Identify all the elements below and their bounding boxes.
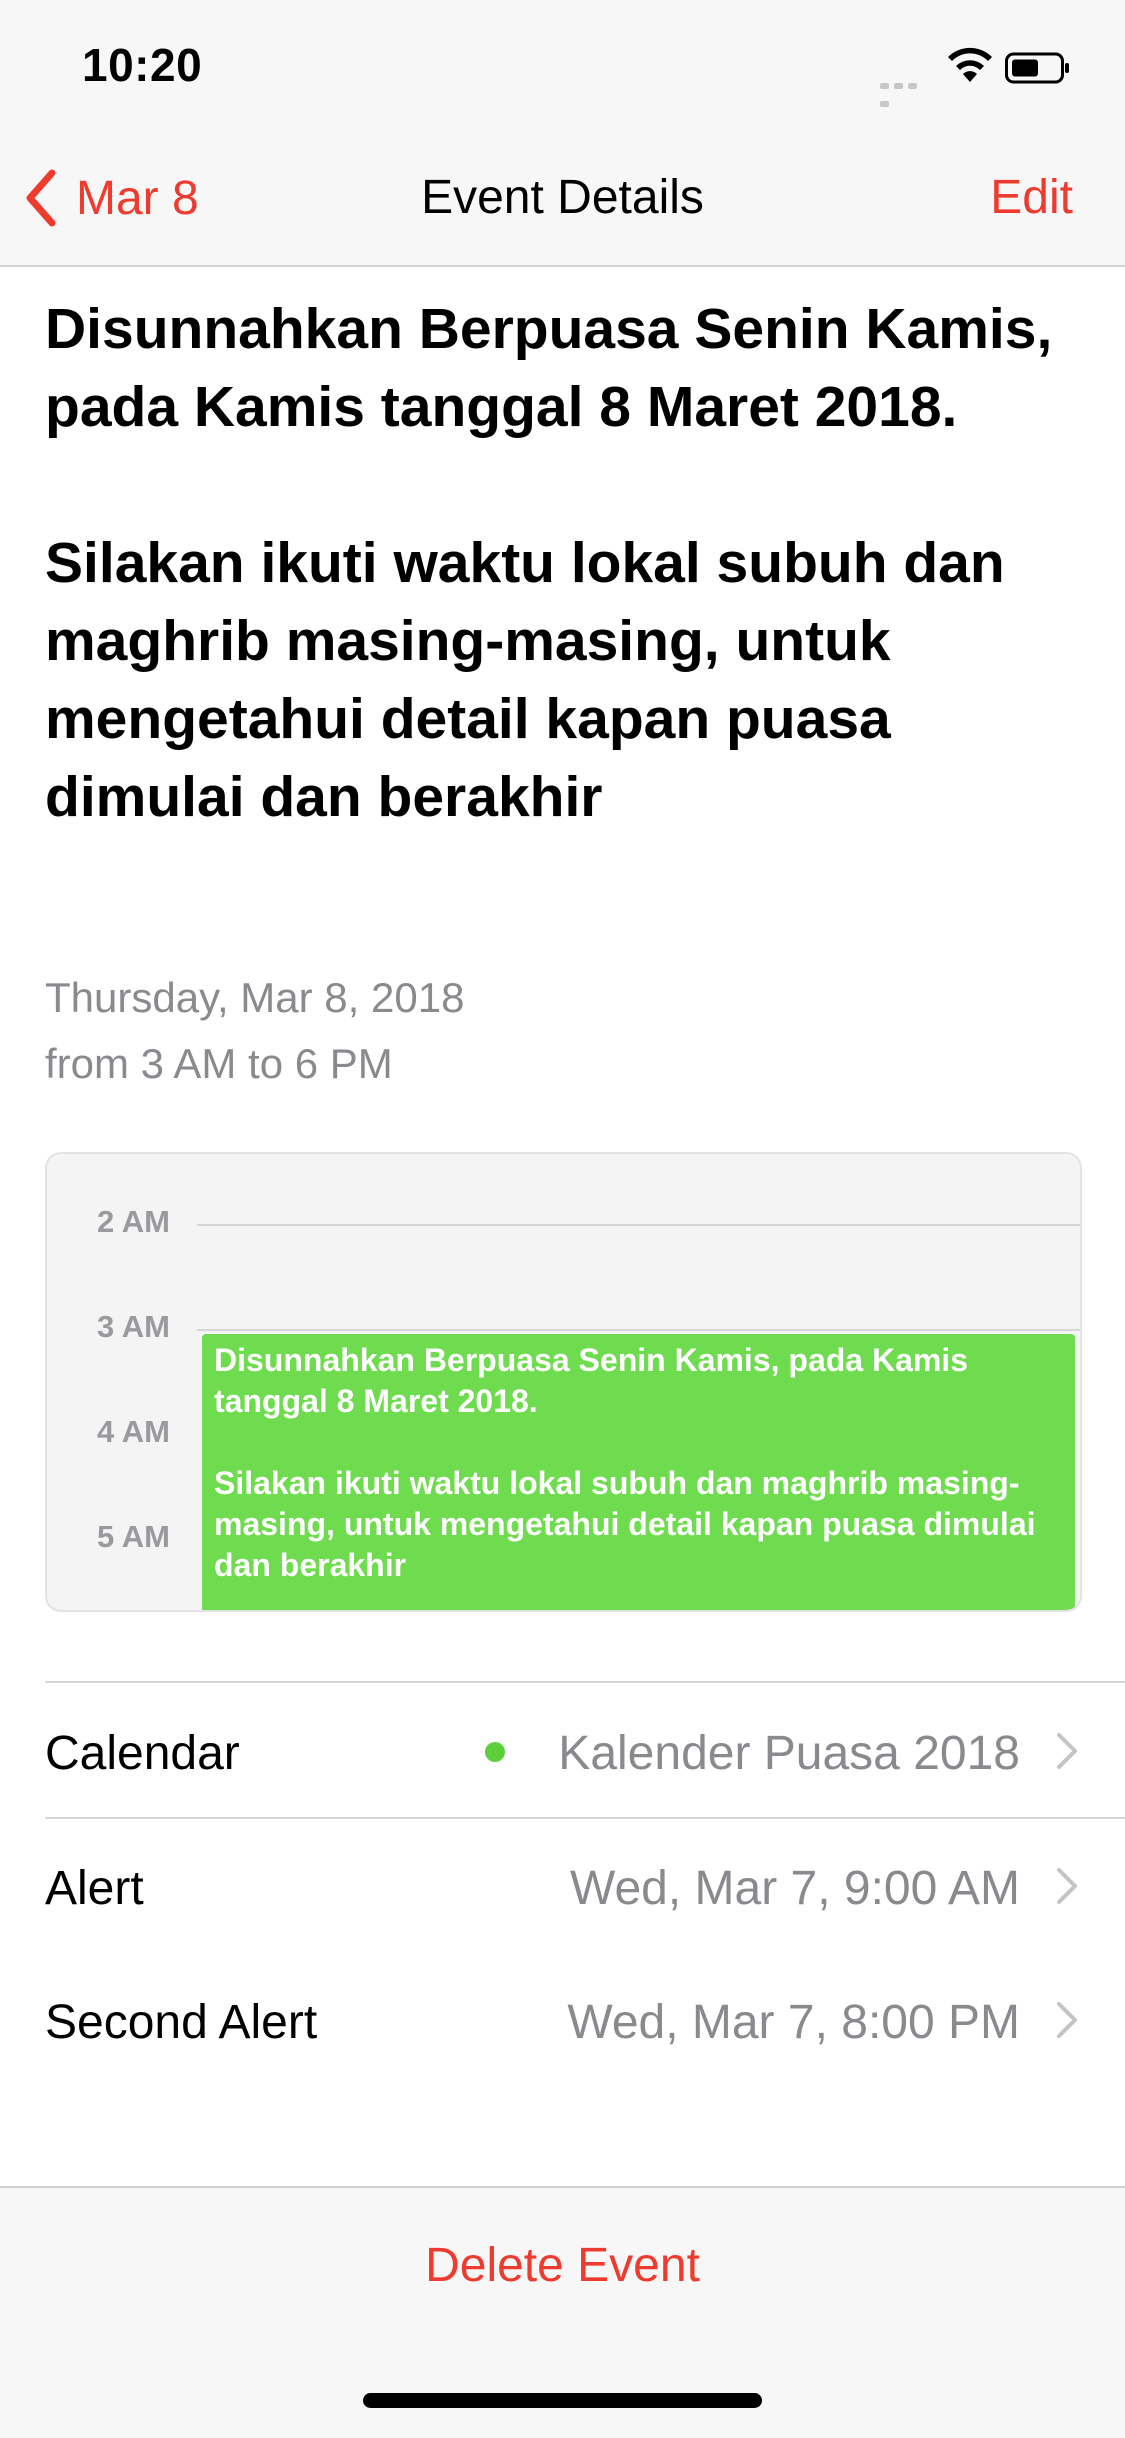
status-time: 10:20 (82, 39, 203, 91)
event-title: Disunnahkan Berpuasa Senin Kamis, pada K… (45, 290, 1085, 836)
home-indicator[interactable] (363, 2393, 762, 2408)
hour-label: 2 AM (97, 1204, 170, 1239)
calendar-row[interactable]: Calendar Kalender Puasa 2018 (0, 1683, 1125, 1817)
battery-icon (1005, 52, 1069, 84)
alert-row[interactable]: Alert Wed, Mar 7, 9:00 AM (0, 1819, 1125, 1953)
event-date: Thursday, Mar 8, 2018 (45, 974, 465, 1021)
event-title-line-2: Silakan ikuti waktu lokal subuh dan magh… (45, 531, 1005, 829)
calendar-color-dot (485, 1742, 505, 1762)
hour-line (197, 1329, 1080, 1331)
event-time-range: from 3 AM to 6 PM (45, 1040, 393, 1087)
event-block[interactable]: Disunnahkan Berpuasa Senin Kamis, pada K… (202, 1334, 1075, 1610)
delete-event-button[interactable]: Delete Event (0, 2238, 1125, 2293)
chevron-right-icon (1057, 2002, 1077, 2038)
calendar-row-label: Calendar (45, 1727, 240, 1780)
event-block-line-2: Silakan ikuti waktu lokal subuh dan magh… (214, 1465, 1036, 1583)
event-block-line-1: Disunnahkan Berpuasa Senin Kamis, pada K… (214, 1342, 969, 1419)
chevron-right-icon (1057, 1868, 1077, 1904)
second-alert-row-value: Wed, Mar 7, 8:00 PM (567, 1996, 1020, 2049)
alert-row-value: Wed, Mar 7, 9:00 AM (570, 1862, 1020, 1915)
chevron-right-icon (1057, 1733, 1077, 1769)
second-alert-row[interactable]: Second Alert Wed, Mar 7, 8:00 PM (0, 1953, 1125, 2087)
hour-line (197, 1224, 1080, 1226)
wifi-icon (948, 47, 992, 82)
day-preview[interactable]: 2 AM 3 AM 4 AM 5 AM Disunnahkan Berpuasa… (45, 1152, 1082, 1612)
event-title-line-1: Disunnahkan Berpuasa Senin Kamis, pada K… (45, 297, 1053, 439)
signal-dots-icon (880, 76, 932, 107)
calendar-row-value: Kalender Puasa 2018 (558, 1727, 1020, 1780)
event-date-block: Thursday, Mar 8, 2018 from 3 AM to 6 PM (45, 965, 464, 1097)
edit-button[interactable]: Edit (990, 170, 1073, 225)
second-alert-row-label: Second Alert (45, 1996, 318, 2049)
page-title: Event Details (421, 171, 704, 224)
alert-row-label: Alert (45, 1862, 144, 1915)
